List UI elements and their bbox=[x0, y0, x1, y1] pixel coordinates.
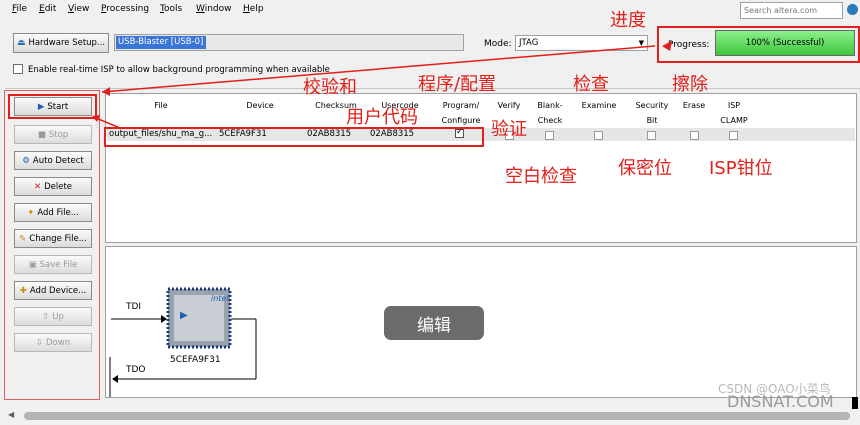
watermark-dnsnat: DNSNAT.COM bbox=[727, 392, 834, 411]
annotation-security-bit: 保密位 bbox=[618, 158, 672, 179]
annotation-checksum: 校验和 bbox=[303, 77, 357, 98]
annotation-blank-check: 空白检查 bbox=[505, 166, 577, 187]
cursor-icon bbox=[852, 397, 858, 409]
annotation-program: 程序/配置 bbox=[418, 74, 497, 95]
annotation-examine: 检查 bbox=[573, 74, 609, 95]
scroll-left-icon[interactable]: ◀ bbox=[8, 410, 14, 419]
annotation-usercode: 用户代码 bbox=[346, 107, 418, 128]
annotation-progress: 进度 bbox=[610, 10, 646, 31]
annotation-verify: 验证 bbox=[491, 119, 527, 140]
annotation-isp-clamp: ISP钳位 bbox=[709, 158, 773, 179]
scroll-thumb[interactable] bbox=[24, 412, 850, 420]
annotation-erase: 擦除 bbox=[672, 74, 708, 95]
annotation-arrows bbox=[92, 41, 672, 129]
